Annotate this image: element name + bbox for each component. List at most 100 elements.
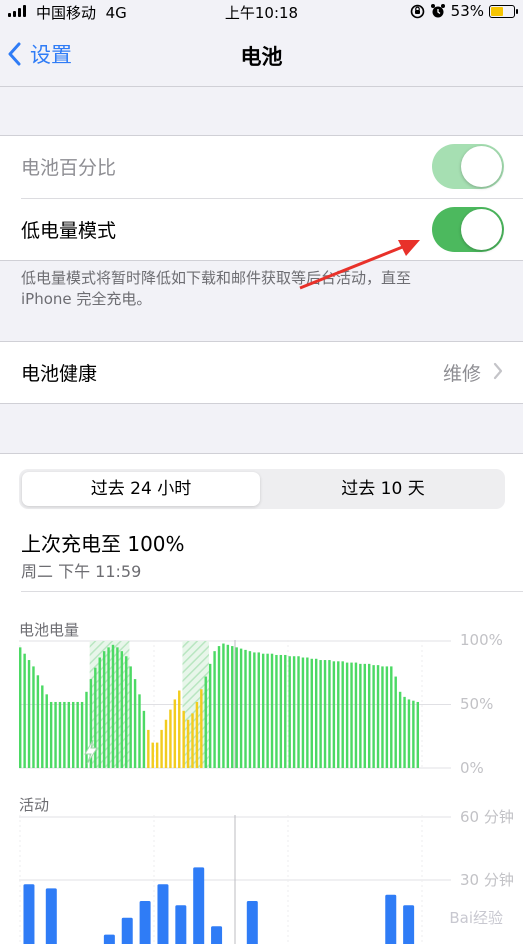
battery-level-bar [376, 665, 380, 768]
battery-level-bar [350, 662, 353, 768]
battery-level-chart-title: 电池电量 [19, 621, 80, 639]
battery-level-bar [301, 657, 305, 768]
battery-level-bar [27, 660, 31, 768]
battery-health-label: 电池健康 [21, 363, 98, 385]
battery-level-bar [32, 666, 35, 768]
battery-level-bar [41, 685, 44, 768]
battery-level-bar [372, 665, 375, 768]
activity-bar [157, 884, 169, 944]
battery-level-bar [164, 719, 168, 768]
last-charge-time: 周二 下午 11:59 [21, 562, 142, 581]
battery-level-bar [222, 643, 225, 768]
activity-bar [45, 888, 57, 944]
battery-level-bar [160, 729, 163, 768]
battery-level-bar [213, 651, 216, 768]
battery-level-bar [125, 656, 128, 768]
battery-level-bar [217, 646, 221, 768]
battery-level-bar [248, 651, 252, 768]
battery-level-bar [284, 654, 287, 768]
battery-level-bar [337, 661, 340, 768]
battery-level-bar [385, 666, 389, 768]
battery-level-bar [173, 699, 177, 768]
battery-level-bar [345, 662, 349, 768]
battery-level-bar [67, 701, 71, 768]
activity-bar [121, 917, 133, 944]
battery-level-bar [367, 663, 371, 768]
activity-axis-label-30: 30 分钟 [460, 871, 514, 889]
activity-bar [139, 901, 151, 944]
battery-level-bar [208, 663, 212, 768]
watermark: Bai经验 [449, 909, 503, 927]
battery-level-bar [332, 661, 336, 768]
battery-level-bar [292, 656, 296, 768]
battery-level-bar [288, 656, 291, 768]
battery-level-bar [341, 661, 344, 768]
activity-bar [211, 926, 223, 944]
battery-level-bar [235, 647, 238, 768]
activity-bar [385, 894, 397, 944]
battery-level-bar [226, 644, 230, 768]
battery-level-bar [261, 653, 265, 768]
activity-bar [175, 905, 187, 944]
battery-level-bar [178, 690, 181, 768]
battery-level-bar [416, 701, 420, 768]
battery-level-bar [231, 646, 234, 768]
battery-level-bar [257, 652, 260, 768]
battery-level-bar [147, 729, 150, 768]
battery-level-bar [306, 657, 309, 768]
battery-level-bar [111, 644, 115, 768]
battery-level-bar [116, 647, 119, 768]
battery-level-bar [36, 675, 40, 768]
battery-level-bar [72, 701, 75, 768]
battery-level-bar [98, 657, 101, 768]
tab-last-24-hours[interactable]: 过去 24 小时 [22, 472, 260, 506]
battery-level-bar [45, 694, 48, 768]
activity-bar [103, 934, 115, 944]
battery-level-bar [381, 666, 384, 768]
battery-level-bar [412, 700, 415, 768]
battery-axis-label-0: 0% [460, 759, 484, 777]
activity-chart [19, 815, 451, 944]
battery-level-chart [19, 640, 451, 769]
battery-level-bar [403, 696, 406, 768]
battery-level-bar [19, 647, 22, 768]
battery-level-bar [151, 742, 154, 768]
battery-level-bar [239, 648, 243, 768]
battery-level-bar [244, 649, 247, 768]
battery-health-group: 电池健康 维修 [0, 341, 523, 404]
battery-level-bar [169, 709, 172, 768]
battery-level-bar [195, 701, 199, 768]
battery-level-bar [85, 691, 88, 768]
battery-level-bar [398, 691, 402, 768]
chevron-right-icon [493, 362, 503, 380]
battery-level-bar [297, 656, 300, 768]
battery-level-bar [323, 660, 327, 768]
activity-chart-title: 活动 [19, 796, 50, 814]
battery-level-bar [253, 652, 256, 768]
battery-level-bar [328, 660, 331, 768]
battery-level-bar [359, 663, 362, 768]
battery-health-row[interactable]: 电池健康 维修 [0, 342, 523, 404]
activity-axis-label-60: 60 分钟 [460, 808, 514, 826]
battery-level-bar [354, 662, 358, 768]
battery-level-bar [270, 653, 274, 768]
time-range-segmented-control: 过去 24 小时 过去 10 天 [19, 469, 505, 509]
battery-level-bar [204, 676, 207, 768]
battery-level-bar [80, 701, 84, 768]
battery-level-bar [200, 689, 203, 768]
battery-level-bar [107, 647, 110, 768]
battery-level-bar [319, 660, 322, 768]
battery-level-bar [191, 713, 194, 768]
battery-axis-label-100: 100% [460, 631, 503, 649]
tab-last-10-days[interactable]: 过去 10 天 [264, 472, 502, 506]
battery-level-bar [407, 699, 411, 768]
battery-level-bar [390, 666, 393, 768]
activity-bar [193, 867, 205, 944]
battery-level-bar [310, 658, 313, 768]
battery-level-bar [54, 701, 57, 768]
activity-bar [246, 901, 258, 944]
battery-level-bar [155, 742, 159, 768]
battery-level-bar [182, 710, 185, 768]
battery-level-bar [133, 679, 137, 768]
battery-level-bar [142, 710, 146, 768]
